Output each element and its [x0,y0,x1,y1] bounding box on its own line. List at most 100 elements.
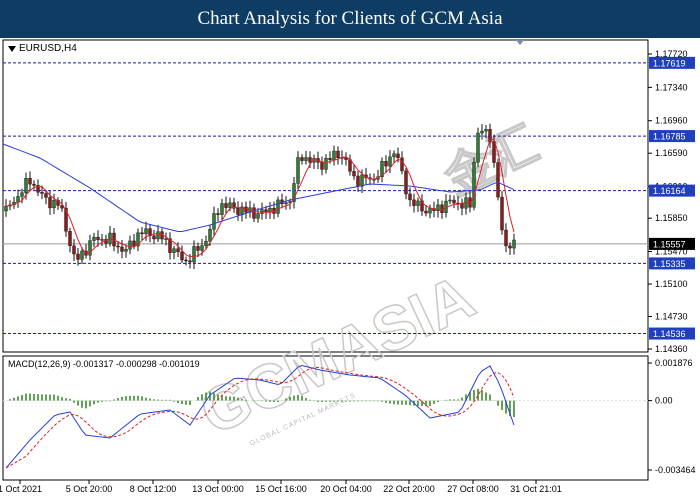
candle-body [460,203,464,209]
price-axis-label: 1.15100 [655,279,688,289]
candle-body [388,156,392,167]
candle-body [52,200,56,209]
candle-body [452,199,456,204]
price-chart-svg[interactable]: GCMASIA金汇GLOBAL CAPITAL MARKETS1.177201.… [0,38,700,500]
price-axis-label: 1.16590 [655,148,688,158]
candle-body [188,260,192,263]
candle-body [408,193,412,201]
candle-body [268,207,272,213]
candle-body [428,208,432,214]
candle-body [144,228,148,235]
candle-body [96,236,100,240]
level-badge-label: 1.15335 [653,259,686,269]
candle-body [392,153,396,158]
candle-body [20,192,24,197]
candle-body [508,245,512,249]
candle-body [324,158,328,170]
candle-body [220,203,224,215]
time-axis-label: 31 Oct 21:01 [510,484,562,494]
candle-body [296,157,300,184]
candle-body [80,250,84,260]
time-axis-label: 1 Oct 2021 [0,484,42,494]
candle-body [180,251,184,261]
price-axis-label: 1.14730 [655,312,688,322]
candle-body [228,202,232,208]
candle-body [356,175,360,187]
price-axis-label: 1.14360 [655,344,688,354]
dropdown-triangle-icon[interactable] [8,45,16,52]
time-axis-label: 20 Oct 04:00 [320,484,372,494]
candle-body [128,240,132,250]
candle-body [68,231,72,247]
candle-body [512,239,516,249]
candle-body [400,157,404,172]
candle-body [100,239,104,241]
level-badge-label: 1.16164 [653,186,686,196]
candle-body [352,171,356,177]
level-badge-label: 1.17619 [653,58,686,68]
candle-body [500,196,504,231]
candle-body [256,213,260,219]
candle-body [88,240,92,256]
macd-axis-label: 0.001876 [655,358,693,368]
candle-body [472,162,476,208]
candle-body [332,150,336,160]
price-axis-label: 1.15850 [655,213,688,223]
candle-body [476,132,480,163]
candle-body [448,199,452,202]
candle-body [212,213,216,230]
candle-body [184,259,188,262]
time-axis-label: 22 Oct 20:00 [383,484,435,494]
candle-body [480,130,484,134]
price-axis-label: 1.17340 [655,82,688,92]
candle-body [16,196,20,203]
candle-body [76,253,80,260]
candle-body [140,232,144,235]
candle-body [396,153,400,159]
candle-body [504,229,508,247]
macd-label: MACD(12,26,9) -0.001317 -0.000298 -0.001… [8,359,200,369]
candle-body [164,238,168,240]
candle-body [252,207,256,219]
candle-body [176,248,180,253]
time-axis-label: 27 Oct 08:00 [447,484,499,494]
candle-body [328,158,332,160]
candle-body [172,248,176,253]
candle-body [336,150,340,159]
candle-body [360,174,364,187]
chart-title-banner: Chart Analysis for Clients of GCM Asia [0,0,700,38]
candle-body [300,157,304,161]
candle-body [264,209,268,213]
candle-body [4,205,8,212]
candle-body [116,245,120,248]
candle-body [216,213,220,215]
time-axis-label: 15 Oct 16:00 [255,484,307,494]
candle-body [492,141,496,163]
candle-body [72,245,76,255]
candle-body [132,240,136,247]
candle-body [484,129,488,132]
candle-body [384,161,388,167]
time-axis-label: 8 Oct 12:00 [130,484,177,494]
candle-body [204,241,208,246]
time-axis-label: 13 Oct 00:00 [192,484,244,494]
chart-area[interactable]: GCMASIA 金汇 GLOBAL CAPITAL MARKETS 1.17720 1.… [0,38,700,500]
time-axis-label: 5 Oct 20:00 [66,484,113,494]
candle-body [124,249,128,252]
candle-body [92,236,96,241]
candle-body [304,157,308,161]
macd-axis-label: 0.00 [655,396,673,406]
candle-body [200,245,204,251]
symbol-label[interactable]: EURUSD,H4 [8,43,77,54]
candle-body [404,170,408,195]
candle-body [40,192,44,194]
candle-body [284,202,288,205]
macd-axis-label: -0.003464 [655,465,696,475]
candle-body [236,208,240,215]
current-price-label: 1.15557 [653,239,686,249]
candle-body [152,235,156,240]
candle-body [156,231,160,240]
candle-body [48,197,52,209]
level-badge-label: 1.14536 [653,329,686,339]
candle-body [208,229,212,242]
